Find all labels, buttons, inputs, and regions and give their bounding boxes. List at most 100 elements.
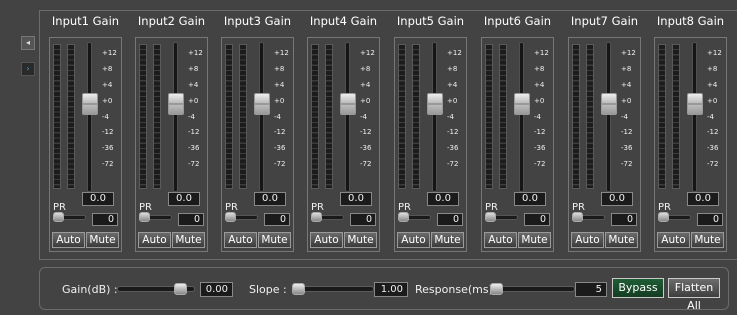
auto-button[interactable]: Auto: [484, 232, 517, 248]
gain-value-field[interactable]: 0.0: [687, 192, 719, 206]
response-value-field[interactable]: 5: [575, 282, 607, 297]
gain-value-field[interactable]: 0.00: [200, 282, 233, 297]
auto-button[interactable]: Auto: [571, 232, 604, 248]
gain-value-field[interactable]: 0.0: [254, 192, 286, 206]
scale-label: -4: [188, 113, 195, 121]
scale-label: -72: [621, 160, 633, 168]
gain-fader-track[interactable]: [692, 42, 697, 192]
scale-label: -72: [360, 160, 372, 168]
scale-label: -12: [360, 128, 372, 136]
pr-value-field[interactable]: 0: [350, 213, 376, 226]
gain-value-field[interactable]: 0.0: [168, 192, 200, 206]
channel-frame: +12 +8 +4 +0 -4 -12 -36 -72 0.0 PR 0 Auto Mute: [135, 37, 208, 252]
pr-slider-thumb[interactable]: [139, 212, 150, 222]
gain-fader-track[interactable]: [173, 42, 178, 192]
scale-label: -36: [188, 144, 200, 152]
next-page-button[interactable]: ›: [21, 62, 35, 76]
channel-strip-7: Input7 Gain +12 +8 +4 +0 -4 -12 -36 -72 0.0 PR …: [568, 10, 641, 254]
pr-value-field[interactable]: 0: [524, 213, 550, 226]
gain-fader-track[interactable]: [87, 42, 92, 192]
auto-button[interactable]: Auto: [310, 232, 343, 248]
auto-button[interactable]: Auto: [657, 232, 690, 248]
gain-fader-track[interactable]: [259, 42, 264, 192]
mute-button[interactable]: Mute: [518, 232, 551, 248]
gain-fader-thumb[interactable]: [601, 93, 617, 115]
gain-value-field[interactable]: 0.0: [427, 192, 459, 206]
scale-label: -36: [274, 144, 286, 152]
auto-button[interactable]: Auto: [52, 232, 85, 248]
bypass-button[interactable]: Bypass: [612, 278, 664, 298]
gain-fader-thumb[interactable]: [254, 93, 270, 115]
pr-value-field[interactable]: 0: [437, 213, 463, 226]
pr-value-field[interactable]: 0: [178, 213, 204, 226]
gain-value-field[interactable]: 0.0: [601, 192, 633, 206]
pr-slider-thumb[interactable]: [53, 212, 64, 222]
level-meter-right: [239, 44, 247, 189]
scale-label: +0: [102, 97, 113, 105]
mute-button[interactable]: Mute: [691, 232, 724, 248]
gain-value-field[interactable]: 0.0: [340, 192, 372, 206]
eq-window: ◂ › Input1 Gain +12 +8 +4 +0 -4 -12 -36 -72 0.0…: [0, 0, 737, 315]
gain-fader-thumb[interactable]: [427, 93, 443, 115]
scale-label: +12: [534, 49, 549, 57]
level-meter-left: [572, 44, 580, 189]
scale-label: +4: [534, 81, 545, 89]
mute-button[interactable]: Mute: [172, 232, 205, 248]
pr-slider-thumb[interactable]: [485, 212, 496, 222]
level-meter-right: [412, 44, 420, 189]
gain-value-field[interactable]: 0.0: [82, 192, 114, 206]
gain-value-field[interactable]: 0.0: [514, 192, 546, 206]
pr-slider-thumb[interactable]: [658, 212, 669, 222]
gain-fader-thumb[interactable]: [168, 93, 184, 115]
scale-label: -12: [534, 128, 546, 136]
pr-slider-thumb[interactable]: [311, 212, 322, 222]
channel-strip-3: Input3 Gain +12 +8 +4 +0 -4 -12 -36 -72 0.0 PR …: [221, 10, 294, 254]
pr-value-field[interactable]: 0: [92, 213, 118, 226]
channel-title: Input8 Gain: [656, 14, 725, 28]
pr-slider-thumb[interactable]: [398, 212, 409, 222]
scale-label: +12: [707, 49, 722, 57]
level-meter-right: [325, 44, 333, 189]
flatten-all-button[interactable]: Flatten All: [668, 278, 720, 312]
channel-title: Input7 Gain: [570, 14, 639, 28]
mute-button[interactable]: Mute: [605, 232, 638, 248]
gain-fader-thumb[interactable]: [82, 93, 98, 115]
auto-button[interactable]: Auto: [224, 232, 257, 248]
scale-label: +4: [707, 81, 718, 89]
slope-slider-thumb[interactable]: [292, 283, 305, 295]
scale-label: +8: [447, 65, 458, 73]
pr-value-field[interactable]: 0: [611, 213, 637, 226]
mute-button[interactable]: Mute: [86, 232, 119, 248]
pr-slider-thumb[interactable]: [225, 212, 236, 222]
gain-fader-thumb[interactable]: [340, 93, 356, 115]
channel-strip-4: Input4 Gain +12 +8 +4 +0 -4 -12 -36 -72 0.0 PR …: [307, 10, 380, 254]
gain-fader-track[interactable]: [606, 42, 611, 192]
scale-label: -36: [360, 144, 372, 152]
pr-value-field[interactable]: 0: [264, 213, 290, 226]
gain-fader-track[interactable]: [345, 42, 350, 192]
mute-button[interactable]: Mute: [344, 232, 377, 248]
level-meter-left: [311, 44, 319, 189]
channel-title: Input1 Gain: [51, 14, 120, 28]
gain-slider-thumb[interactable]: [174, 283, 187, 295]
scale-label: -12: [447, 128, 459, 136]
mute-button[interactable]: Mute: [258, 232, 291, 248]
pr-value-field[interactable]: 0: [697, 213, 723, 226]
gain-fader-track[interactable]: [519, 42, 524, 192]
scale-label: +0: [447, 97, 458, 105]
level-meter-left: [139, 44, 147, 189]
prev-page-button[interactable]: ◂: [21, 36, 35, 50]
auto-button[interactable]: Auto: [397, 232, 430, 248]
slope-value-field[interactable]: 1.00: [374, 282, 408, 297]
channel-frame: +12 +8 +4 +0 -4 -12 -36 -72 0.0 PR 0 Auto Mute: [49, 37, 122, 252]
pr-slider-thumb[interactable]: [572, 212, 583, 222]
scale-label: +8: [621, 65, 632, 73]
response-slider-thumb[interactable]: [490, 283, 503, 295]
auto-button[interactable]: Auto: [138, 232, 171, 248]
gain-fader-thumb[interactable]: [687, 93, 703, 115]
channel-title: Input4 Gain: [309, 14, 378, 28]
mute-button[interactable]: Mute: [431, 232, 464, 248]
gain-fader-track[interactable]: [432, 42, 437, 192]
gain-fader-thumb[interactable]: [514, 93, 530, 115]
global-controls-panel: Gain(dB) : 0.00 Slope : 1.00 Response(ms…: [39, 267, 729, 312]
